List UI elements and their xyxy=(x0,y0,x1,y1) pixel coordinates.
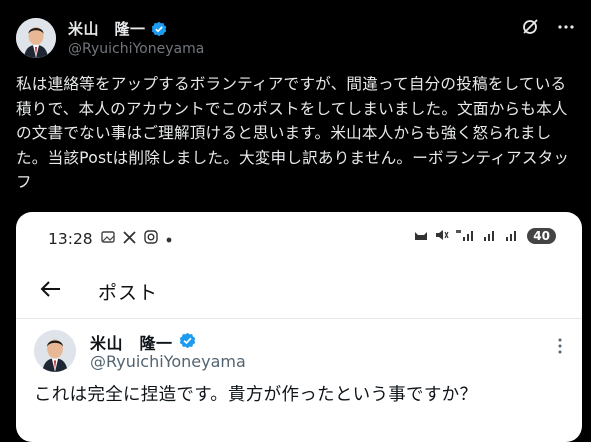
phone-status-bar: 13:28 xyxy=(48,230,172,248)
inner-author-handle: @RyuichiYoneyama xyxy=(90,352,246,371)
back-arrow-icon[interactable] xyxy=(40,279,62,304)
instagram-icon xyxy=(143,230,158,248)
x-logo-icon xyxy=(123,230,136,248)
battery-level: 40 xyxy=(527,228,556,244)
post-nav-bar: ポスト xyxy=(40,278,158,305)
tweet-header: 米山 隆一 @RyuichiYoneyama xyxy=(16,14,575,62)
cat-icon xyxy=(413,229,429,244)
gallery-icon xyxy=(100,231,115,247)
signal-5g-icon xyxy=(455,229,477,244)
status-time: 13:28 xyxy=(48,230,93,248)
attached-image[interactable]: 13:28 40 ポスト 米山 隆一 @RyuichiYoneyama これは完… xyxy=(16,212,582,442)
divider xyxy=(16,318,582,319)
author-handle[interactable]: @RyuichiYoneyama xyxy=(68,41,204,57)
author-name-row: 米山 隆一 xyxy=(68,18,167,39)
inner-post-text: これは完全に捏造です。貴方が作ったという事ですか？ xyxy=(34,385,478,405)
verified-icon xyxy=(151,21,167,37)
avatar[interactable] xyxy=(16,18,56,58)
inner-more-icon xyxy=(558,338,562,358)
tweet-text: 私は連絡等をアップするボランティアですが、間違って自分の投稿をしている積りで、本… xyxy=(16,75,570,191)
more-icon[interactable] xyxy=(557,18,575,41)
inner-name-row: 米山 隆一 xyxy=(90,330,196,354)
grok-icon[interactable] xyxy=(521,18,539,41)
nav-title: ポスト xyxy=(98,282,159,304)
notification-dot-icon xyxy=(166,232,172,247)
signal-bars-icon xyxy=(483,229,499,244)
header-actions xyxy=(521,18,575,41)
inner-avatar xyxy=(34,330,76,372)
mute-icon xyxy=(435,229,449,244)
phone-status-icons: 40 xyxy=(413,228,556,244)
author-display-name[interactable]: 米山 隆一 xyxy=(68,18,146,39)
signal-bars-2-icon xyxy=(505,229,521,244)
inner-verified-icon xyxy=(179,332,196,353)
inner-author-name: 米山 隆一 xyxy=(90,334,173,353)
